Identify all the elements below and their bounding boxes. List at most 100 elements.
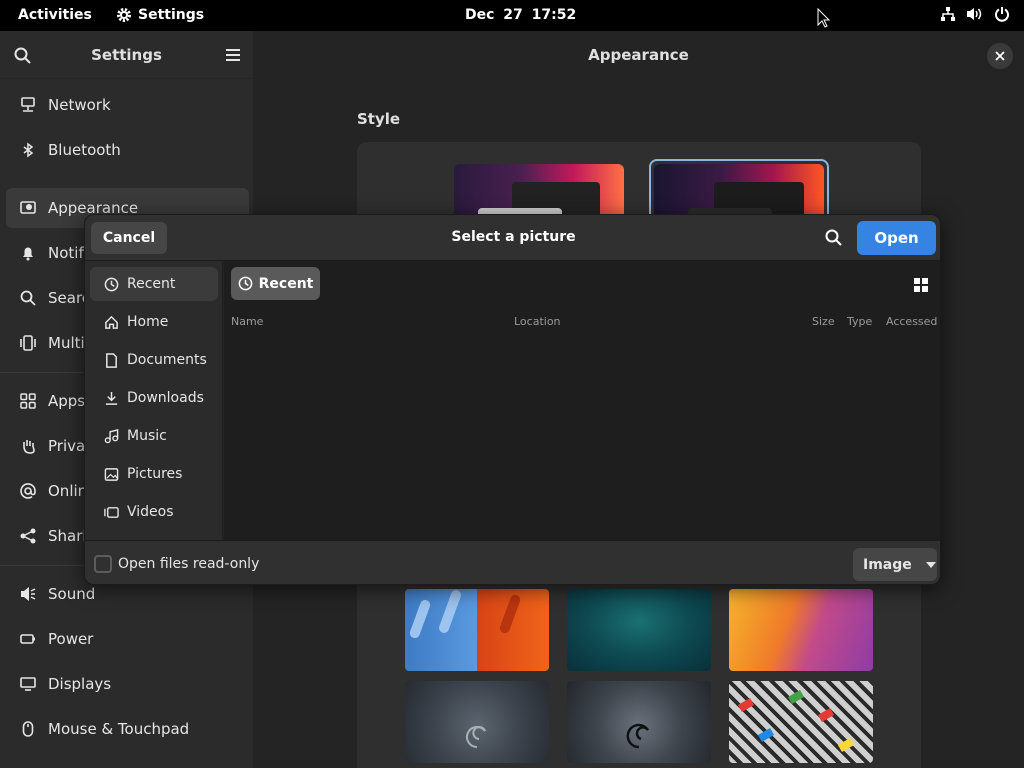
place-label: Pictures — [127, 466, 183, 482]
sidebar-item-network[interactable]: Network — [6, 85, 249, 125]
file-list-area: Recent Name Location Size Type Accessed — [224, 261, 940, 540]
top-bar: Activities Settings Dec 27 17:52 — [0, 0, 1024, 31]
swirl-icon — [466, 726, 486, 748]
document-icon — [106, 352, 117, 368]
search-icon — [20, 290, 36, 306]
place-recent[interactable]: Recent — [90, 267, 218, 301]
sidebar-item-label: Sound — [48, 585, 96, 603]
filter-label: Image — [863, 556, 912, 573]
dialog-title: Select a picture — [451, 229, 576, 245]
hamburger-menu-icon[interactable] — [225, 48, 241, 62]
swirl-icon — [626, 723, 650, 749]
appearance-icon — [20, 201, 36, 214]
place-music[interactable]: Music — [90, 419, 218, 453]
share-icon — [20, 528, 36, 544]
readonly-label: Open files read-only — [118, 556, 260, 572]
sidebar-item-label: Shari — [48, 527, 87, 545]
music-icon — [104, 428, 119, 443]
volume-icon — [967, 8, 982, 20]
hand-icon — [23, 440, 35, 454]
apps-icon — [20, 393, 36, 409]
dialog-headerbar: Cancel Select a picture Open — [85, 215, 940, 261]
wallpaper-thumbnail[interactable] — [567, 681, 711, 763]
place-label: Recent — [127, 276, 176, 292]
wallpaper-thumbnail[interactable] — [405, 681, 549, 763]
open-button[interactable]: Open — [857, 221, 936, 255]
path-bar-button[interactable]: Recent — [231, 267, 320, 300]
app-menu[interactable]: Settings — [116, 7, 204, 23]
display-icon — [20, 677, 36, 691]
mouse-cursor — [817, 8, 831, 28]
power-icon — [995, 7, 1009, 22]
clock-icon — [238, 276, 252, 291]
column-header-accessed[interactable]: Accessed — [886, 315, 937, 328]
place-label: Home — [127, 314, 169, 330]
sidebar-item-label: Mouse & Touchpad — [48, 720, 190, 738]
wallpaper-thumbnail[interactable] — [729, 681, 873, 763]
sidebar-title: Settings — [91, 46, 162, 64]
place-documents[interactable]: Documents — [90, 343, 218, 377]
column-header-type[interactable]: Type — [847, 315, 872, 328]
dialog-footer: Open files read-only Image — [85, 540, 940, 584]
sidebar-item-label: Displays — [48, 675, 112, 693]
place-label: Videos — [127, 504, 174, 520]
search-icon[interactable] — [825, 229, 843, 247]
battery-icon — [20, 634, 35, 644]
sidebar-item-label: Multi — [48, 334, 85, 352]
sidebar-item-label: Power — [48, 630, 94, 648]
bluetooth-icon — [23, 142, 34, 158]
place-label: Documents — [127, 352, 207, 368]
place-label: Downloads — [127, 390, 204, 406]
activities-button[interactable]: Activities — [18, 7, 92, 23]
style-section-label: Style — [357, 110, 401, 128]
wallpaper-thumbnail[interactable] — [567, 589, 711, 671]
column-header-location[interactable]: Location — [514, 315, 561, 328]
at-icon — [20, 483, 36, 499]
clock-icon — [104, 277, 119, 291]
sidebar-item-label: Onlin — [48, 482, 88, 500]
sidebar-item-bluetooth[interactable]: Bluetooth — [6, 130, 249, 170]
close-button[interactable] — [987, 43, 1013, 69]
multitasking-icon — [20, 335, 36, 351]
video-icon — [104, 506, 119, 518]
place-pictures[interactable]: Pictures — [90, 457, 218, 491]
sidebar-header: Settings — [0, 31, 253, 79]
column-header-name[interactable]: Name — [231, 315, 263, 328]
file-type-filter[interactable]: Image — [853, 548, 937, 581]
sidebar-item-power[interactable]: Power — [6, 619, 249, 659]
home-icon — [105, 315, 118, 329]
column-header-size[interactable]: Size — [812, 315, 835, 328]
place-home[interactable]: Home — [90, 305, 218, 339]
sidebar-item-label: Apps — [48, 392, 86, 410]
bell-icon — [23, 247, 33, 261]
wallpaper-thumbnail[interactable] — [405, 589, 549, 671]
mouse-icon — [22, 721, 34, 737]
place-label: Music — [127, 428, 167, 444]
wallpaper-thumbnail[interactable] — [729, 589, 873, 671]
image-icon — [104, 467, 119, 481]
file-chooser-dialog: Cancel Select a picture Open Recent Home… — [84, 214, 941, 585]
close-icon — [995, 51, 1005, 61]
page-title: Appearance — [588, 46, 689, 64]
network-icon — [941, 7, 955, 21]
sidebar-item-mouse-touchpad[interactable]: Mouse & Touchpad — [6, 709, 249, 749]
place-videos[interactable]: Videos — [90, 495, 218, 529]
place-downloads[interactable]: Downloads — [90, 381, 218, 415]
path-bar-label: Recent — [258, 275, 314, 292]
system-tray[interactable] — [940, 6, 1010, 22]
download-icon — [105, 391, 118, 405]
app-name: Settings — [138, 7, 205, 23]
grid-view-icon[interactable] — [914, 278, 928, 292]
background-gallery — [357, 576, 921, 768]
network-icon — [21, 97, 35, 112]
sidebar-item-label: Bluetooth — [48, 141, 121, 159]
sidebar-item-label: Notifi — [48, 244, 88, 262]
sidebar-item-displays[interactable]: Displays — [6, 664, 249, 704]
sidebar-item-label: Priva — [48, 437, 86, 455]
sidebar-item-label: Network — [48, 96, 111, 114]
readonly-checkbox[interactable] — [94, 555, 112, 573]
speaker-icon — [21, 587, 36, 601]
clock[interactable]: Dec 27 17:52 — [465, 7, 576, 23]
gear-icon — [117, 8, 131, 22]
chevron-down-icon — [925, 561, 936, 568]
